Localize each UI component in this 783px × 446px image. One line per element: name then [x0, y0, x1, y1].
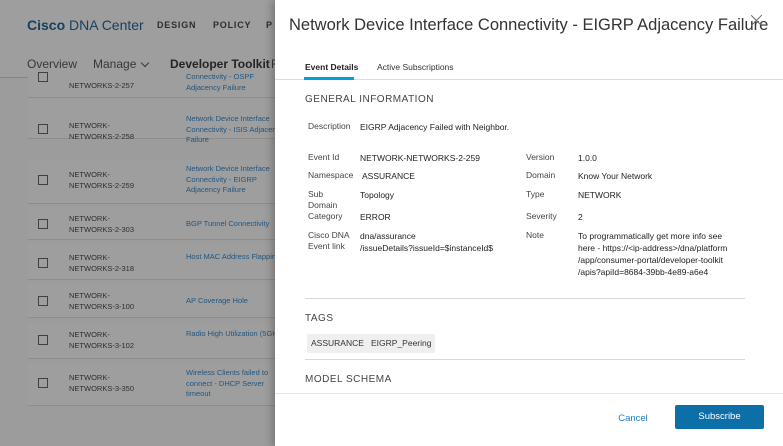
event-id-value: NETWORK-NETWORKS-2-259	[360, 153, 480, 163]
sub-domain-value: Topology	[360, 190, 395, 200]
tab-active-subscriptions[interactable]: Active Subscriptions	[377, 62, 454, 72]
type-value: NETWORK	[578, 190, 622, 200]
section-general-information: GENERAL INFORMATION	[305, 94, 434, 105]
panel-tabs: Event Details Active Subscriptions	[275, 56, 783, 80]
close-icon[interactable]	[749, 13, 765, 29]
namespace-value: ASSURANCE	[362, 171, 415, 181]
category-label: Category	[308, 211, 343, 221]
event-link-value: dna/assurance /issueDetails?issueId=$ins…	[360, 231, 494, 253]
category-value: ERROR	[360, 212, 391, 222]
tag-chip: ASSURANCE	[307, 334, 368, 353]
divider	[305, 298, 745, 299]
note-label: Note	[526, 230, 544, 240]
version-value: 1.0.0	[578, 153, 597, 163]
event-link-label: Cisco DNA Event link	[308, 230, 350, 251]
type-label: Type	[526, 189, 545, 199]
severity-value: 2	[578, 212, 583, 222]
section-model-schema: MODEL SCHEMA	[305, 374, 392, 385]
description-value: EIGRP Adjacency Failed with Neighbor.	[360, 122, 510, 132]
event-details-panel: Network Device Interface Connectivity - …	[275, 0, 783, 446]
event-id-label: Event Id	[308, 152, 340, 162]
version-label: Version	[526, 152, 555, 162]
cancel-button[interactable]: Cancel	[605, 409, 661, 429]
domain-label: Domain	[526, 170, 556, 180]
section-tags: TAGS	[305, 313, 334, 324]
active-tab-indicator	[304, 77, 354, 80]
tab-event-details[interactable]: Event Details	[305, 62, 358, 72]
divider	[305, 359, 745, 360]
panel-footer: Cancel Subscribe	[275, 393, 783, 446]
domain-value: Know Your Network	[578, 171, 653, 181]
tag-chip: EIGRP_Peering	[367, 334, 436, 353]
note-value: To programmatically get more info see he…	[578, 231, 728, 277]
sub-domain-label: Sub Domain	[308, 189, 338, 210]
panel-title: Network Device Interface Connectivity - …	[289, 16, 769, 34]
severity-label: Severity	[526, 211, 557, 221]
event-details-content[interactable]: GENERAL INFORMATION Description EIGRP Ad…	[275, 81, 783, 393]
subscribe-button[interactable]: Subscribe	[675, 405, 764, 429]
description-label: Description	[308, 121, 351, 131]
namespace-label: Namespace	[308, 170, 354, 180]
